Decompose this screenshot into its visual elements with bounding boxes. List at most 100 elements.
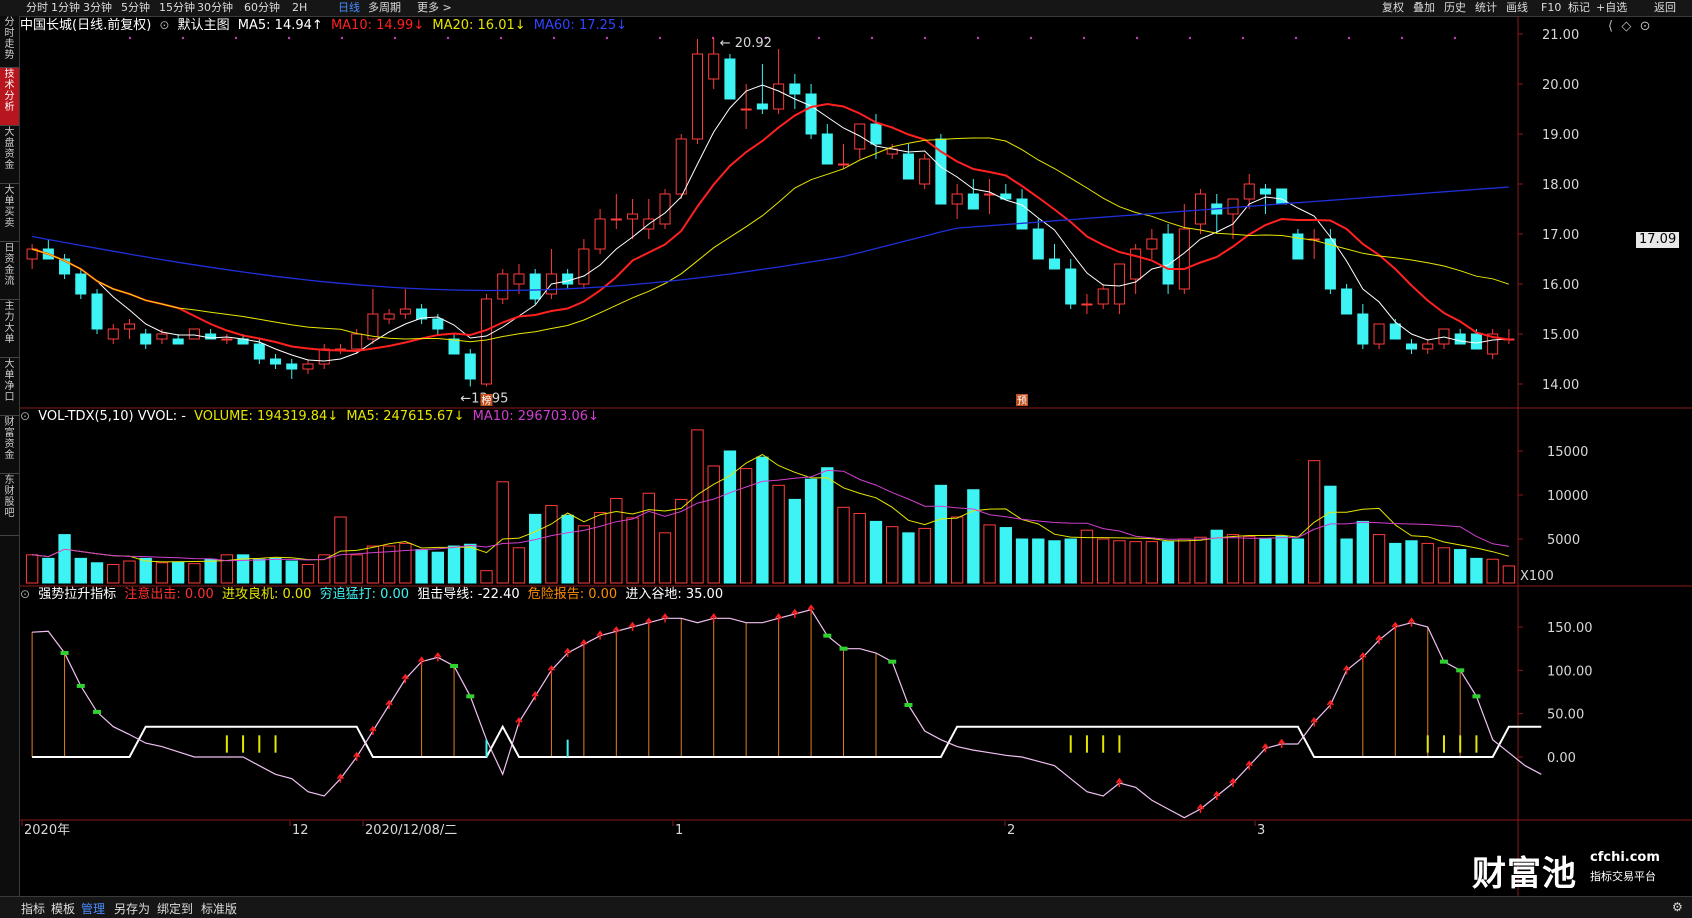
indicator-name[interactable]: 强势拉升指标 [38, 587, 116, 602]
date-axis-label: 1 [675, 823, 683, 838]
period-tab-9[interactable]: 多周期 [368, 1, 401, 14]
candle-up [578, 248, 590, 285]
candle-up [221, 338, 233, 341]
indicator-pursue-value: 穷追猛打: 0.00 [319, 587, 410, 602]
candle-up [708, 53, 720, 80]
up-arrow-icon [596, 630, 604, 640]
sidebar-tab-8[interactable]: 东财股吧 [0, 474, 19, 536]
toolbar-button-3[interactable]: 统计 [1475, 1, 1497, 14]
volume-bar-up [577, 525, 591, 584]
left-sidebar: 分时走势技术分析大盘资金大单买卖日资金流主力大单大单净口财富资金东财股吧 [0, 16, 20, 896]
candle-down [1470, 333, 1482, 350]
candle-down [1065, 268, 1077, 305]
candle-down [1048, 258, 1061, 270]
marker-dot [817, 36, 821, 40]
toolbar-button-7[interactable]: +自选 [1596, 1, 1627, 14]
period-tab-10[interactable]: 更多 > [417, 1, 452, 14]
candle-up [1178, 228, 1190, 290]
price-tick-label: 20.00 [1542, 78, 1579, 93]
template-settings-icon[interactable]: ⊙ [159, 18, 169, 32]
up-arrow-icon [1115, 777, 1124, 787]
bottom-tab-0[interactable]: 指标 [21, 900, 45, 917]
candle-down [1341, 288, 1353, 315]
candle-up [188, 328, 200, 340]
volume-bar-up [301, 564, 315, 584]
ma10-line [31, 102, 1510, 353]
settings-icon[interactable]: ⚙ [1672, 900, 1683, 914]
marker-dot [1400, 36, 1404, 40]
bottom-tab-1[interactable]: 模板 [51, 900, 75, 917]
period-tab-5[interactable]: 30分钟 [197, 1, 233, 14]
period-tab-3[interactable]: 5分钟 [121, 1, 150, 14]
volume-bar-up [886, 526, 899, 584]
indicator-danger-value: 危险报告: 0.00 [527, 587, 618, 602]
indicator-settings-icon[interactable]: ⊙ [20, 587, 30, 601]
template-name[interactable]: 默认主图 [178, 18, 230, 33]
period-tab-4[interactable]: 15分钟 [159, 1, 195, 14]
volume-settings-icon[interactable]: ⊙ [20, 409, 30, 423]
marker-dot [234, 36, 238, 40]
bottom-tab-3[interactable]: 另存为 [114, 900, 150, 917]
period-tab-2[interactable]: 3分钟 [83, 1, 112, 14]
candle-up [1146, 238, 1158, 250]
price-tick-label: 18.00 [1542, 178, 1579, 193]
sidebar-tab-6[interactable]: 大单净口 [0, 358, 19, 416]
collapse-icon[interactable]: ◇ [1621, 19, 1631, 34]
period-tab-7[interactable]: 2H [292, 1, 307, 14]
sidebar-tab-0[interactable]: 分时走势 [0, 16, 19, 68]
volume-bar-down [415, 549, 428, 584]
volume-bar-down [285, 560, 298, 584]
marker-dot [1241, 36, 1245, 40]
candle-down [140, 333, 152, 345]
candle-up [399, 308, 411, 315]
sidebar-tab-7[interactable]: 财富资金 [0, 416, 19, 474]
volume-bar-up [25, 554, 39, 584]
sidebar-tab-4[interactable]: 日资金流 [0, 242, 19, 300]
sidebar-tab-3[interactable]: 大单买卖 [0, 184, 19, 242]
volume-bar-up [853, 512, 866, 584]
volume-bar-up [496, 481, 509, 584]
period-tab-1[interactable]: 1分钟 [51, 1, 80, 14]
marker-dot [1453, 36, 1457, 40]
bottom-tab-5[interactable]: 标准版 [201, 900, 237, 917]
marker-dot [1188, 36, 1192, 40]
toolbar-button-0[interactable]: 复权 [1382, 1, 1404, 14]
volume-indicator-name[interactable]: VOL-TDX(5,10) VVOL: - [38, 409, 186, 424]
sidebar-tab-2[interactable]: 大盘资金 [0, 126, 19, 184]
toolbar-button-5[interactable]: F10 [1541, 1, 1561, 14]
up-arrow-icon [645, 617, 653, 627]
marker-dot [393, 36, 397, 40]
candle-down [1357, 313, 1369, 345]
candle-up [351, 333, 363, 350]
sidebar-tab-1[interactable]: 技术分析 [0, 68, 19, 126]
sidebar-tab-5[interactable]: 主力大单 [0, 300, 19, 358]
candle-down [286, 363, 298, 370]
toolbar-button-2[interactable]: 历史 [1444, 1, 1466, 14]
volume-bar-down [1048, 540, 1061, 584]
period-tab-0[interactable]: 分时 [26, 1, 48, 14]
period-tab-8[interactable]: 日线 [338, 1, 360, 14]
bottom-tab-2[interactable]: 管理 [81, 900, 105, 917]
toolbar-button-8[interactable]: 返回 [1654, 1, 1676, 14]
volume-bar-down [1356, 520, 1370, 584]
stock-name[interactable]: 中国长城(日线.前复权) [20, 18, 151, 33]
volume-bar-up [188, 563, 201, 584]
up-arrow-icon [1343, 665, 1351, 675]
more-icon[interactable]: ⊙ [1640, 19, 1651, 34]
candle-up [1081, 303, 1093, 306]
candle-down [967, 193, 979, 210]
volume-bar-down [1405, 540, 1418, 584]
candle-down [448, 338, 460, 355]
period-tab-6[interactable]: 60分钟 [244, 1, 280, 14]
chart-svg[interactable]: 21.0020.0019.0018.0017.0016.0015.0014.00… [20, 16, 1692, 896]
volume-bar-down [1064, 538, 1077, 584]
bottom-tab-4[interactable]: 绑定到 [157, 900, 193, 917]
toolbar-button-6[interactable]: 标记 [1568, 1, 1590, 14]
restore-icon[interactable]: ⟨ [1608, 19, 1613, 34]
toolbar-button-4[interactable]: 画线 [1506, 1, 1528, 14]
toolbar-button-1[interactable]: 叠加 [1413, 1, 1435, 14]
volume-bar-down [204, 558, 217, 584]
up-arrow-icon [775, 613, 783, 623]
watermark-logo: 财富池 cfchi.com 指标交易平台 [1472, 846, 1672, 896]
chart-area[interactable]: 21.00 20.00 19.00 18.00 17.00 16.00 15.00 14.00… [20, 16, 1692, 900]
